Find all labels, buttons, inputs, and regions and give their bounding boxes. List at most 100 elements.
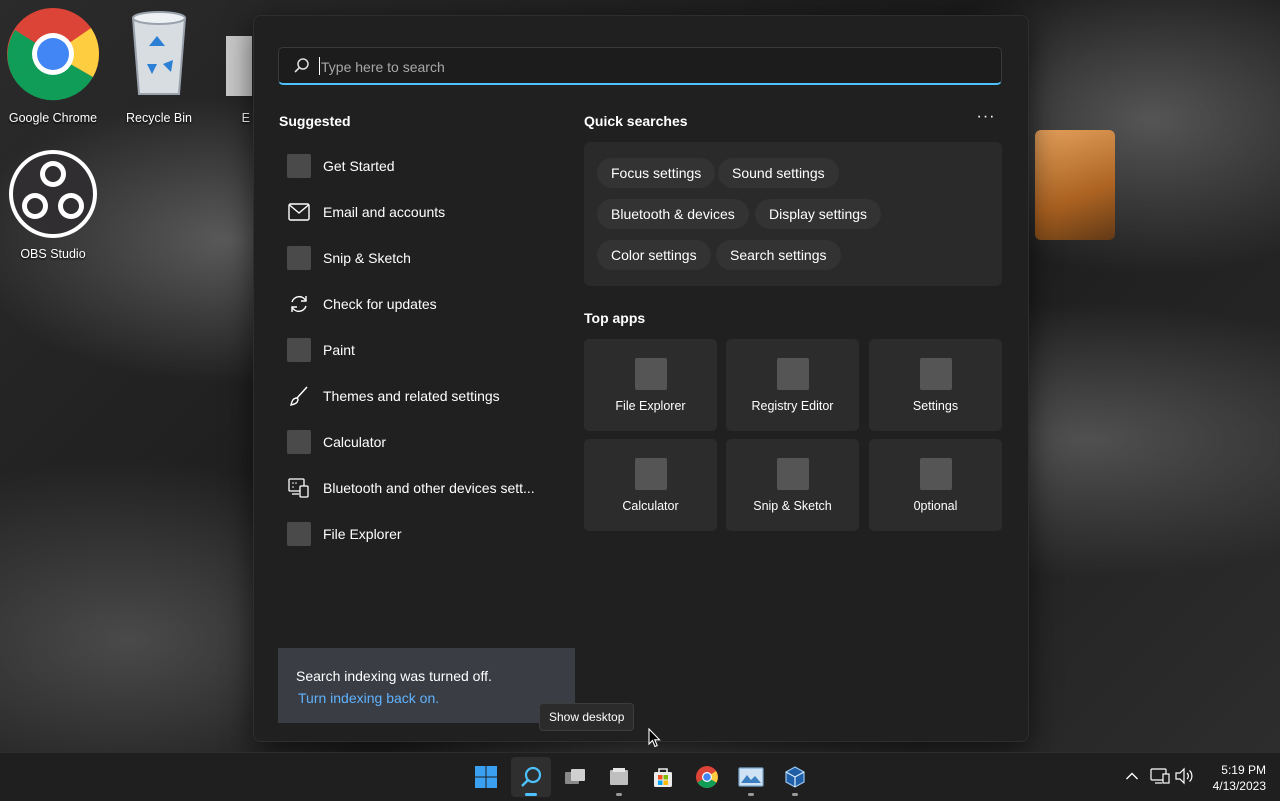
chevron-up-icon	[1126, 772, 1138, 780]
suggested-title: Suggested	[279, 113, 351, 129]
chrome-icon	[7, 8, 100, 101]
turn-indexing-on-link[interactable]: Turn indexing back on.	[298, 690, 439, 706]
search-box[interactable]	[278, 47, 1002, 85]
top-app-optional[interactable]: 0ptional	[869, 439, 1002, 531]
top-app-label: Settings	[912, 399, 959, 413]
search-input[interactable]	[319, 54, 963, 80]
top-app-label: 0ptional	[913, 499, 958, 513]
indexing-notice: Search indexing was turned off. Turn ind…	[278, 648, 575, 723]
desktop-icon-partial[interactable]: E	[196, 6, 252, 125]
suggested-item-label: File Explorer	[323, 526, 402, 542]
search-panel: Suggested Get Started Email and accounts…	[253, 15, 1029, 742]
running-indicator	[792, 793, 798, 796]
suggested-item-label: Check for updates	[323, 296, 437, 312]
suggested-item-label: Calculator	[323, 434, 387, 450]
search-icon	[521, 766, 542, 787]
windows-logo-icon	[475, 766, 497, 788]
search-icon	[294, 58, 309, 73]
clock-date: 4/13/2023	[1212, 779, 1266, 793]
chip-focus-settings[interactable]: Focus settings	[597, 158, 716, 188]
desktop-icon-label: Google Chrome	[8, 111, 98, 125]
app-placeholder-icon	[287, 246, 311, 270]
quick-searches-box: Focus settings Sound settings Bluetooth …	[584, 142, 1002, 286]
suggested-item-email-accounts[interactable]: Email and accounts	[279, 189, 559, 235]
taskbar-chrome[interactable]	[687, 757, 727, 797]
suggested-item-paint[interactable]: Paint	[279, 327, 559, 373]
chip-display-settings[interactable]: Display settings	[755, 199, 882, 229]
desktop-icon-obs[interactable]: OBS Studio	[1, 150, 105, 261]
clock-time: 5:19 PM	[1221, 763, 1266, 777]
app-placeholder-icon	[777, 358, 809, 390]
taskbar-search-button[interactable]	[511, 757, 551, 797]
chip-bluetooth-devices[interactable]: Bluetooth & devices	[597, 199, 749, 229]
taskbar-photo-app[interactable]	[731, 757, 771, 797]
top-app-label: Snip & Sketch	[753, 499, 832, 513]
running-indicator	[748, 793, 754, 796]
file-explorer-icon	[610, 768, 628, 785]
taskbar-store[interactable]	[643, 757, 683, 797]
suggested-item-label: Paint	[323, 342, 355, 358]
mouse-cursor-icon	[648, 728, 661, 748]
store-icon	[654, 768, 672, 787]
suggested-item-label: Bluetooth and other devices sett...	[323, 480, 535, 496]
suggested-item-calculator[interactable]: Calculator	[279, 419, 559, 465]
suggested-item-file-explorer[interactable]: File Explorer	[279, 511, 559, 557]
chip-color-settings[interactable]: Color settings	[597, 240, 711, 270]
desktop-icon-chrome[interactable]: Google Chrome	[1, 6, 105, 125]
mail-icon	[287, 200, 311, 224]
chip-sound-settings[interactable]: Sound settings	[718, 158, 839, 188]
top-apps-title: Top apps	[584, 310, 646, 326]
app-placeholder-icon	[287, 522, 311, 546]
top-app-label: Calculator	[622, 499, 679, 513]
suggested-item-check-updates[interactable]: Check for updates	[279, 281, 559, 327]
top-app-label: Registry Editor	[751, 399, 834, 413]
app-placeholder-icon	[287, 154, 311, 178]
indexing-message: Search indexing was turned off.	[296, 668, 492, 684]
network-icon	[1150, 768, 1170, 784]
recycle-bin-icon	[131, 11, 187, 95]
suggested-item-snip-sketch[interactable]: Snip & Sketch	[279, 235, 559, 281]
app-placeholder-icon	[287, 430, 311, 454]
app-placeholder-icon	[635, 458, 667, 490]
task-view-icon	[565, 769, 585, 784]
top-app-snip-sketch[interactable]: Snip & Sketch	[726, 439, 859, 531]
desktop-icon-label: E	[241, 111, 250, 125]
obs-icon	[9, 150, 97, 238]
virtualbox-icon	[785, 766, 805, 788]
more-options-button[interactable]: ···	[972, 109, 1000, 128]
task-view-button[interactable]	[555, 757, 595, 797]
app-placeholder-icon	[287, 338, 311, 362]
refresh-icon	[287, 292, 311, 316]
volume-button[interactable]	[1173, 765, 1195, 787]
chrome-icon	[696, 766, 718, 788]
wallpaper-accent	[1035, 130, 1115, 240]
start-button[interactable]	[466, 757, 506, 797]
folder-icon	[226, 36, 252, 96]
network-button[interactable]	[1149, 765, 1171, 787]
show-hidden-icons-button[interactable]	[1121, 765, 1143, 787]
suggested-item-get-started[interactable]: Get Started	[279, 143, 559, 189]
app-placeholder-icon	[920, 358, 952, 390]
app-placeholder-icon	[777, 458, 809, 490]
speaker-icon	[1175, 767, 1193, 785]
chip-search-settings[interactable]: Search settings	[716, 240, 841, 270]
desktop-icon-label: OBS Studio	[20, 247, 86, 261]
top-app-registry-editor[interactable]: Registry Editor	[726, 339, 859, 431]
image-viewer-icon	[738, 767, 764, 787]
brush-icon	[287, 384, 311, 408]
running-indicator	[616, 793, 622, 796]
taskbar-virtualbox[interactable]	[775, 757, 815, 797]
top-app-settings[interactable]: Settings	[869, 339, 1002, 431]
suggested-item-themes[interactable]: Themes and related settings	[279, 373, 559, 419]
suggested-item-bluetooth-devices[interactable]: Bluetooth and other devices sett...	[279, 465, 559, 511]
suggested-item-label: Email and accounts	[323, 204, 446, 220]
suggested-item-label: Get Started	[323, 158, 395, 174]
taskbar-file-explorer[interactable]	[599, 757, 639, 797]
taskbar: 5:19 PM 4/13/2023	[0, 752, 1280, 801]
suggested-item-label: Snip & Sketch	[323, 250, 411, 266]
top-app-calculator[interactable]: Calculator	[584, 439, 717, 531]
app-placeholder-icon	[635, 358, 667, 390]
clock[interactable]: 5:19 PM 4/13/2023	[1196, 762, 1266, 794]
active-indicator	[525, 793, 537, 796]
top-app-file-explorer[interactable]: File Explorer	[584, 339, 717, 431]
